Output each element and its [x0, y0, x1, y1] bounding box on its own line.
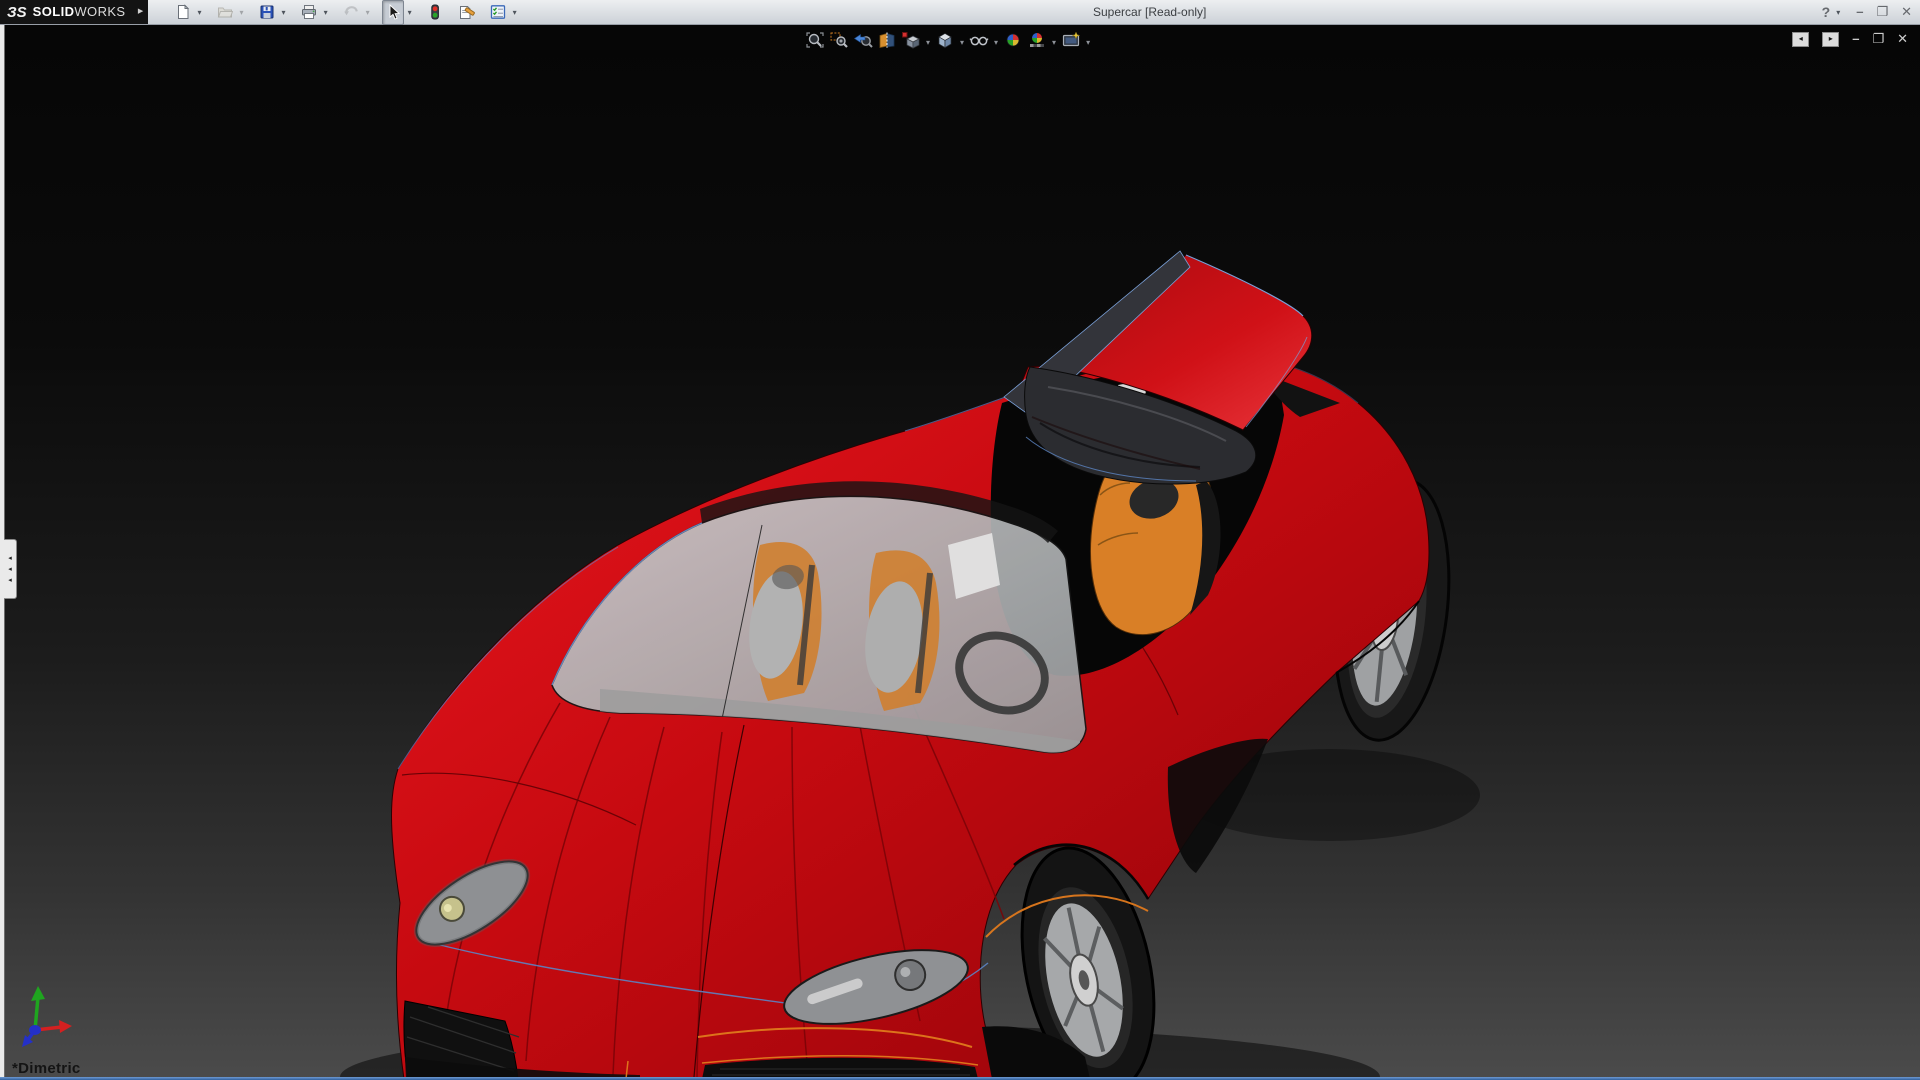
viewport-window-controls: ◂ ▸ – ❐ ✕ — [1792, 31, 1908, 47]
collapse-arrow-icon: ◂ — [8, 577, 12, 584]
printer-icon — [301, 4, 317, 20]
previous-view-button[interactable] — [852, 30, 874, 55]
hide-show-items-icon — [969, 31, 989, 54]
app-restore-button[interactable]: ❐ — [1876, 0, 1888, 24]
zoom-to-area-button[interactable] — [828, 30, 850, 55]
view-settings-dropdown-arrow[interactable]: ▾ — [1086, 38, 1090, 47]
previous-view-icon — [853, 31, 873, 54]
title-bar: ЗS SOLIDWORKS ▶ ▾ ▾ ▾ — [0, 0, 1920, 25]
open-document-button — [214, 0, 236, 25]
section-view-button[interactable] — [876, 30, 898, 55]
apply-scene-dropdown-arrow[interactable]: ▾ — [1052, 38, 1056, 47]
rebuild-button[interactable] — [424, 0, 446, 25]
edit-appearance-icon — [1003, 31, 1023, 54]
view-orientation-label: *Dimetric — [12, 1060, 81, 1077]
view-settings-button[interactable] — [1060, 30, 1082, 55]
orientation-triad — [2, 983, 92, 1049]
app-close-button[interactable]: ✕ — [1901, 0, 1912, 24]
file-properties-icon — [458, 4, 475, 20]
select-dropdown-arrow[interactable]: ▾ — [408, 8, 412, 17]
display-style-button[interactable] — [934, 30, 956, 55]
pane-right-toggle-button[interactable]: ▸ — [1822, 32, 1839, 47]
collapse-arrow-icon: ◂ — [8, 555, 12, 562]
panel-collapse-tab[interactable]: ◂ ◂ ◂ — [4, 539, 17, 599]
app-minimize-button[interactable]: – — [1856, 0, 1863, 24]
document-title: Supercar [Read-only] — [1093, 5, 1206, 19]
hide-show-items-button[interactable] — [968, 30, 990, 55]
solidworks-window: ЗS SOLIDWORKS ▶ ▾ ▾ ▾ — [0, 0, 1920, 1080]
display-style-icon — [935, 31, 955, 54]
document-minimize-button[interactable]: – — [1852, 31, 1859, 47]
zoom-to-fit-icon — [805, 31, 825, 54]
dassault-3ds-logo-mark: ЗS — [7, 4, 27, 21]
document-restore-button[interactable]: ❐ — [1872, 31, 1884, 47]
solidworks-logo-text: SOLIDWORKS — [33, 3, 126, 21]
save-floppy-icon — [259, 4, 275, 20]
new-dropdown-arrow[interactable]: ▾ — [198, 8, 202, 17]
help-button[interactable]: ?▾ — [1822, 4, 1844, 20]
view-orientation-button[interactable] — [900, 30, 922, 55]
undo-arrow-icon — [343, 4, 359, 20]
options-button[interactable] — [487, 0, 509, 25]
pane-left-toggle-button[interactable]: ◂ — [1792, 32, 1809, 47]
app-window-controls: ?▾ – ❐ ✕ — [1822, 0, 1912, 24]
solidworks-logo: ЗS SOLIDWORKS — [0, 0, 134, 24]
undo-dropdown-arrow: ▾ — [366, 8, 370, 17]
print-button[interactable] — [298, 0, 320, 25]
graphics-viewport[interactable]: ▾ ▾ ▾ ▾ ▾ ◂ ▸ – ❐ ✕ ◂ ◂ ◂ — [0, 25, 1920, 1080]
view-orientation-dropdown-arrow[interactable]: ▾ — [926, 38, 930, 47]
supercar-3d-model[interactable] — [0, 25, 1920, 1080]
view-settings-icon — [1061, 31, 1081, 54]
open-dropdown-arrow: ▾ — [240, 8, 244, 17]
standard-toolbar: ▾ ▾ ▾ ▾ ▾ — [172, 0, 520, 25]
new-document-button[interactable] — [172, 0, 194, 25]
options-checklist-icon — [490, 4, 506, 20]
select-tool-button[interactable] — [382, 0, 404, 25]
traffic-light-icon — [427, 4, 443, 20]
help-dropdown-arrow: ▾ — [1836, 8, 1840, 17]
x-axis-arrow — [59, 1020, 72, 1033]
zoom-to-fit-button[interactable] — [804, 30, 826, 55]
menu-flyout-button[interactable]: ▶ — [134, 0, 148, 24]
save-dropdown-arrow[interactable]: ▾ — [282, 8, 286, 17]
y-axis-arrow — [31, 986, 45, 1001]
hide-show-items-dropdown-arrow[interactable]: ▾ — [994, 38, 998, 47]
document-close-button[interactable]: ✕ — [1897, 31, 1908, 47]
apply-scene-icon — [1027, 31, 1047, 54]
open-folder-icon — [217, 4, 233, 20]
apply-scene-button[interactable] — [1026, 30, 1048, 55]
edit-appearance-button[interactable] — [1002, 30, 1024, 55]
section-view-icon — [877, 31, 897, 54]
cursor-arrow-icon — [385, 4, 401, 20]
zoom-to-area-icon — [829, 31, 849, 54]
undo-button — [340, 0, 362, 25]
view-orientation-icon — [901, 31, 921, 54]
display-style-dropdown-arrow[interactable]: ▾ — [960, 38, 964, 47]
file-properties-button[interactable] — [455, 0, 478, 25]
print-dropdown-arrow[interactable]: ▾ — [324, 8, 328, 17]
heads-up-view-toolbar: ▾ ▾ ▾ ▾ ▾ — [804, 30, 1092, 55]
options-dropdown-arrow[interactable]: ▾ — [513, 8, 517, 17]
save-button[interactable] — [256, 0, 278, 25]
collapse-arrow-icon: ◂ — [8, 566, 12, 573]
new-document-icon — [175, 4, 191, 20]
